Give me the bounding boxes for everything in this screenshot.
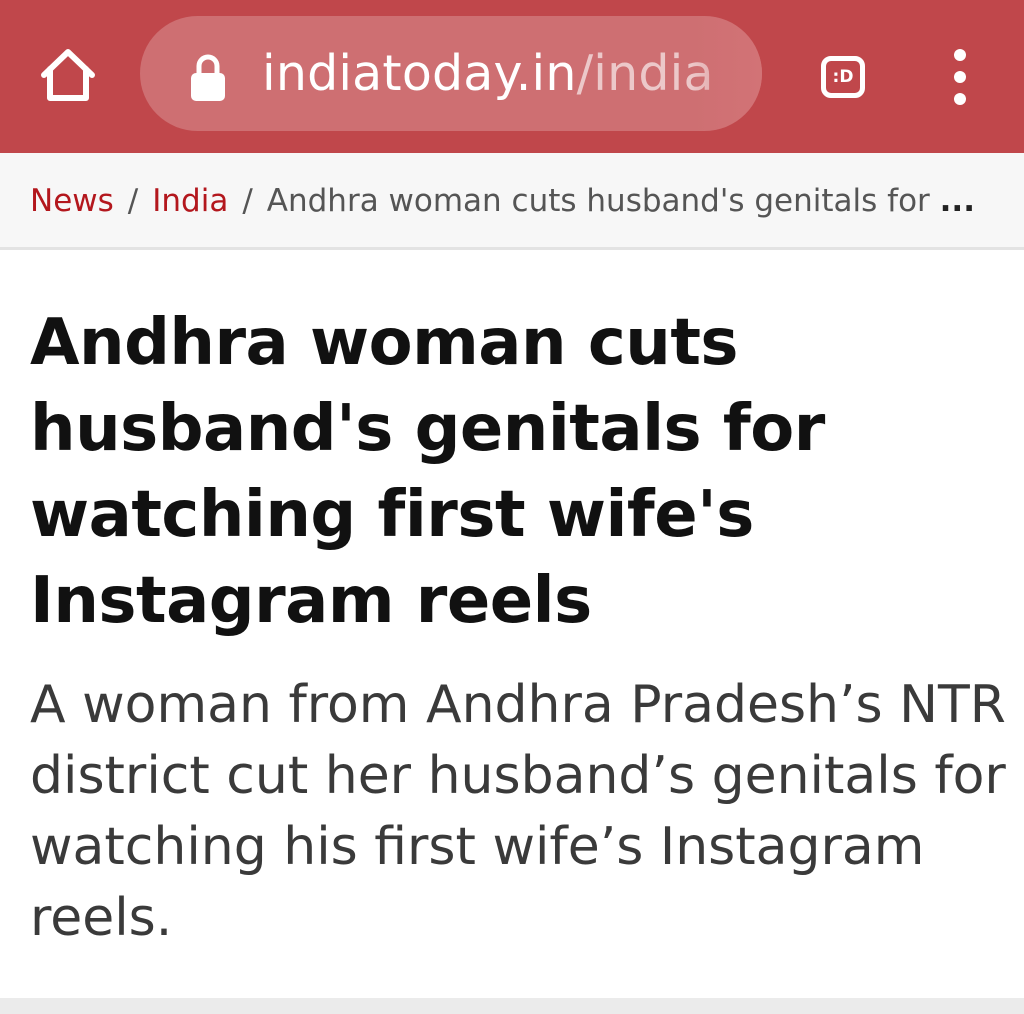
browser-toolbar: indiatoday.in/india :D [0,0,1024,153]
tab-switcher-icon: :D [821,56,865,98]
article-headline: Andhra woman cuts husband's genitals for… [30,306,825,638]
home-icon [41,49,95,101]
breadcrumb-separator: / [242,183,253,219]
lock-icon [191,54,225,101]
breadcrumb: News / India / Andhra woman cuts husband's g… [0,153,1024,250]
content-divider [0,998,1024,1014]
address-bar[interactable]: indiatoday.in/india [140,16,762,131]
menu-dot [954,49,966,61]
url-fade [692,16,762,131]
menu-dot [954,71,966,83]
tab-switcher-button[interactable]: :D [812,48,874,106]
overflow-menu-button[interactable] [930,42,990,112]
breadcrumb-link-news[interactable]: News [30,183,114,219]
breadcrumb-current: Andhra woman cuts husband's genitals for [266,183,930,219]
url-text[interactable]: indiatoday.in/india [262,43,732,105]
breadcrumb-ellipsis: ... [939,183,975,219]
url-host: indiatoday.in [262,45,577,102]
home-button[interactable] [30,42,106,108]
article-summary: A woman from Andhra Pradesh’s NTR distri… [30,675,1006,948]
menu-dot [954,93,966,105]
breadcrumb-separator: / [127,183,139,219]
breadcrumb-trail: News / India / Andhra woman cuts husband's g… [30,179,1010,223]
breadcrumb-link-india[interactable]: India [152,183,228,219]
